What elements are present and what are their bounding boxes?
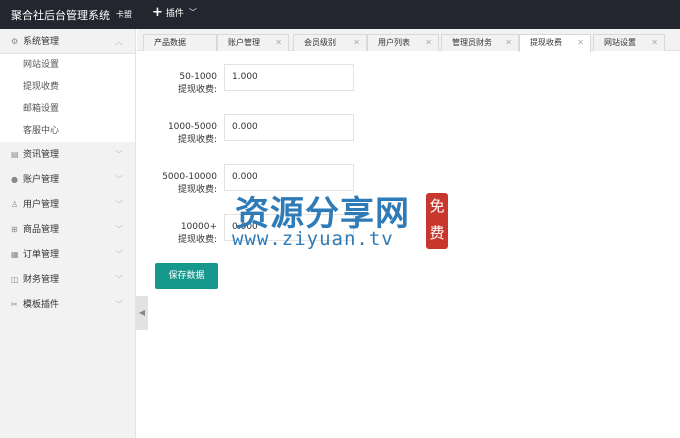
close-icon[interactable]: ✕ — [577, 35, 584, 51]
close-icon[interactable]: ✕ — [353, 35, 360, 51]
fee-row-label: 5000-10000 提现收费: — [137, 171, 217, 197]
sidebar-group-templates[interactable]: ✂ 模板插件 ﹀ — [0, 292, 135, 317]
finance-icon: ◫ — [11, 275, 19, 284]
fee-range: 1000-5000 — [167, 122, 217, 132]
save-button[interactable]: 保存数据 — [155, 263, 218, 289]
tab-label: 产品数据 — [154, 38, 186, 47]
fee-row-label: 10000+ 提现收费: — [137, 221, 217, 247]
sidebar-group-label: 商品管理 — [23, 225, 60, 235]
sidebar-group-users[interactable]: ♙ 用户管理 ﹀ — [0, 192, 135, 217]
sidebar-collapse-button[interactable]: ◀ — [136, 296, 148, 330]
close-icon[interactable]: ✕ — [651, 35, 658, 51]
chevron-down-icon: ﹀ — [188, 8, 197, 17]
fee-range: 5000-10000 — [162, 172, 217, 182]
plugin-menu-label: 插件 — [165, 9, 184, 19]
watermark-url: www.ziyuan.tv — [232, 228, 394, 250]
tab-product-data[interactable]: 产品数据 — [143, 34, 217, 51]
sidebar-item-site-settings[interactable]: 网站设置 — [0, 54, 135, 76]
sidebar-group-orders[interactable]: ▦ 订单管理 ﹀ — [0, 242, 135, 267]
tab-label: 账户管理 — [228, 38, 260, 47]
cart-icon: ⊞ — [11, 225, 18, 234]
chevron-down-icon: ﹀ — [115, 225, 123, 234]
sidebar-group-account[interactable]: ● 账户管理 ﹀ — [0, 167, 135, 192]
tab-label: 提现收费 — [530, 38, 562, 47]
close-icon[interactable]: ✕ — [505, 35, 512, 51]
chevron-down-icon: ﹀ — [115, 150, 123, 159]
fee-range: 10000+ — [180, 222, 217, 232]
sidebar-item-service-center[interactable]: 客服中心 — [0, 120, 135, 142]
fee-input[interactable]: 1.000 — [224, 64, 354, 91]
plugin-menu[interactable]: + 插件 ﹀ — [152, 6, 197, 19]
users-icon: ♙ — [11, 200, 19, 209]
tab-member-level[interactable]: 会员级别 ✕ — [293, 34, 367, 51]
sidebar-group-finance[interactable]: ◫ 财务管理 ﹀ — [0, 267, 135, 292]
fee-row: 50-1000 提现收费: 1.000 — [137, 64, 680, 95]
tab-admin-finance[interactable]: 管理员财务 ✕ — [441, 34, 519, 51]
sidebar-group-label: 订单管理 — [23, 250, 60, 260]
sidebar-item-email-settings[interactable]: 邮箱设置 — [0, 98, 135, 120]
sidebar-group-label: 系统管理 — [23, 37, 60, 47]
sidebar-group-label: 模板插件 — [23, 300, 60, 310]
news-icon: ▤ — [11, 150, 19, 159]
fee-row-label: 1000-5000 提现收费: — [137, 121, 217, 147]
tab-label: 网站设置 — [604, 38, 636, 47]
sidebar-group-label: 财务管理 — [23, 275, 60, 285]
chevron-up-icon: ︿ — [115, 37, 123, 46]
sidebar-group-label: 用户管理 — [23, 200, 60, 210]
chevron-down-icon: ﹀ — [115, 300, 123, 309]
fee-input[interactable]: 0.000 — [224, 114, 354, 141]
watermark-stamp: 免费 — [426, 193, 448, 249]
chevron-down-icon: ﹀ — [115, 250, 123, 259]
fee-range: 50-1000 — [179, 72, 217, 82]
fee-label-suffix: 提现收费: — [177, 185, 217, 195]
tab-label: 会员级别 — [304, 38, 336, 47]
sidebar-group-label: 账户管理 — [23, 175, 60, 185]
fee-label-suffix: 提现收费: — [177, 85, 217, 95]
chevron-down-icon: ﹀ — [115, 175, 123, 184]
fee-label-suffix: 提现收费: — [177, 235, 217, 245]
sidebar-item-withdraw-fee[interactable]: 提现收费 — [0, 76, 135, 98]
sidebar-submenu: 网站设置 提现收费 邮箱设置 客服中心 — [0, 54, 135, 142]
plus-icon: + — [152, 5, 163, 20]
sidebar-group-products[interactable]: ⊞ 商品管理 ﹀ — [0, 217, 135, 242]
top-bar: 聚合社后台管理系统 卡盟 + 插件 ﹀ — [0, 0, 680, 29]
close-icon[interactable]: ✕ — [425, 35, 432, 51]
app-subtitle: 卡盟 — [116, 10, 132, 19]
fee-row: 1000-5000 提现收费: 0.000 — [137, 114, 680, 145]
fee-row-label: 50-1000 提现收费: — [137, 71, 217, 97]
tab-site-settings[interactable]: 网站设置 ✕ — [593, 34, 665, 51]
tab-user-list[interactable]: 用户列表 ✕ — [367, 34, 439, 51]
sidebar-group-label: 资讯管理 — [23, 150, 60, 160]
tab-withdraw-fee[interactable]: 提现收费 ✕ — [519, 34, 591, 52]
chevron-down-icon: ﹀ — [115, 200, 123, 209]
tab-label: 管理员财务 — [452, 38, 492, 47]
watermark: 资源分享网 www.ziyuan.tv — [232, 186, 432, 256]
sidebar-group-system[interactable]: ⚙ 系统管理 ︿ — [0, 29, 135, 54]
fee-label-suffix: 提现收费: — [177, 135, 217, 145]
tab-account-management[interactable]: 账户管理 ✕ — [217, 34, 289, 51]
tools-icon: ✂ — [11, 300, 18, 309]
order-icon: ▦ — [11, 250, 19, 259]
user-icon: ● — [11, 175, 18, 184]
tab-label: 用户列表 — [378, 38, 410, 47]
sidebar: ⚙ 系统管理 ︿ 网站设置 提现收费 邮箱设置 客服中心 ▤ 资讯管理 ﹀ ● 账户管… — [0, 29, 136, 438]
gear-icon: ⚙ — [11, 37, 19, 46]
app-title: 聚合社后台管理系统 — [11, 9, 110, 22]
tab-bar: 产品数据 账户管理 ✕ 会员级别 ✕ 用户列表 ✕ 管理员财务 ✕ 提现收费 ✕… — [137, 29, 680, 52]
chevron-down-icon: ﹀ — [115, 275, 123, 284]
sidebar-group-news[interactable]: ▤ 资讯管理 ﹀ — [0, 142, 135, 167]
close-icon[interactable]: ✕ — [275, 35, 282, 51]
